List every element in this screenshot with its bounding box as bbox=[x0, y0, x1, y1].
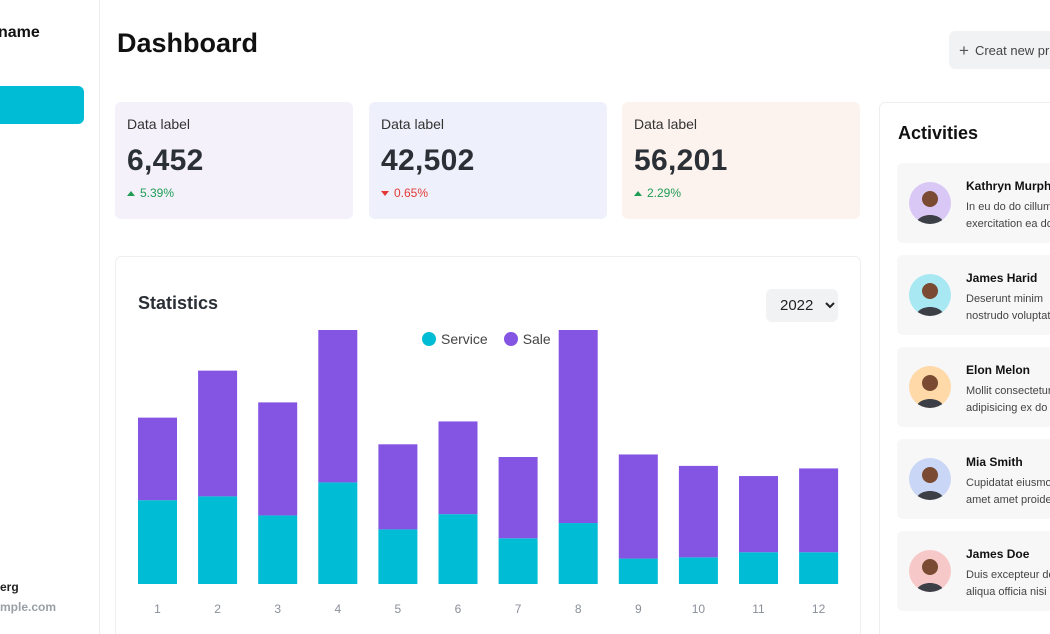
activity-text-line: Cupidatat eiusmod bbox=[966, 477, 1050, 489]
card-delta-value: 5.39% bbox=[140, 186, 175, 200]
stat-card: Data label 56,201 2.29% bbox=[622, 102, 860, 219]
x-tick-label: 7 bbox=[515, 602, 522, 616]
bar-service-4[interactable] bbox=[318, 482, 358, 584]
bar-service-10[interactable] bbox=[678, 557, 718, 584]
bar-service-3[interactable] bbox=[258, 515, 298, 584]
bar-service-12[interactable] bbox=[799, 552, 839, 584]
x-tick-label: 1 bbox=[154, 602, 161, 616]
avatar-elon-icon bbox=[909, 366, 951, 408]
x-tick-label: 12 bbox=[812, 602, 826, 616]
avatar-james-harid-icon bbox=[909, 274, 951, 316]
card-delta: 0.65% bbox=[381, 186, 595, 200]
avatar-mia-icon bbox=[909, 458, 951, 500]
activity-text-line: Deserunt minim bbox=[966, 293, 1044, 305]
bar-sale-9[interactable] bbox=[618, 454, 658, 559]
user-name: erg bbox=[0, 580, 19, 594]
bar-sale-6[interactable] bbox=[438, 421, 478, 515]
activity-name: Elon Melon bbox=[966, 363, 1030, 377]
bar-sale-7[interactable] bbox=[498, 457, 538, 539]
activity-name: James Doe bbox=[966, 547, 1030, 561]
bar-sale-1[interactable] bbox=[138, 417, 177, 501]
arrow-down-icon bbox=[381, 190, 389, 196]
brand-name: name bbox=[0, 24, 40, 41]
bar-service-9[interactable] bbox=[618, 558, 658, 584]
activity-text: Mollit consectetur adipisicing ex do bbox=[966, 383, 1050, 417]
bar-service-2[interactable] bbox=[198, 496, 238, 584]
activity-text-line: adipisicing ex do bbox=[966, 402, 1048, 414]
card-delta: 2.29% bbox=[634, 186, 848, 200]
arrow-up-icon bbox=[634, 190, 642, 196]
avatar-kathryn-icon bbox=[909, 182, 951, 224]
activity-text-line: aliqua officia nisi bbox=[966, 586, 1047, 598]
card-label: Data label bbox=[634, 116, 698, 132]
bar-service-8[interactable] bbox=[558, 523, 598, 584]
arrow-up-icon bbox=[127, 190, 135, 196]
bar-sale-5[interactable] bbox=[378, 444, 418, 530]
bar-sale-4[interactable] bbox=[318, 330, 358, 483]
x-tick-label: 9 bbox=[635, 602, 642, 616]
x-tick-label: 5 bbox=[395, 602, 402, 616]
bar-service-11[interactable] bbox=[739, 552, 778, 584]
activity-item[interactable]: James Doe Duis excepteur do aliqua officia… bbox=[897, 531, 1050, 611]
card-delta-value: 2.29% bbox=[647, 186, 682, 200]
activity-text-line: Mollit consectetur bbox=[966, 385, 1050, 397]
x-tick-label: 2 bbox=[214, 602, 221, 616]
activities-title: Activities bbox=[898, 123, 979, 143]
create-button-label: Creat new pr bbox=[974, 42, 1050, 58]
card-value: 42,502 bbox=[381, 144, 475, 177]
bar-service-6[interactable] bbox=[438, 514, 478, 584]
create-project-button[interactable]: + Creat new pr bbox=[949, 31, 1050, 69]
card-label: Data label bbox=[381, 116, 445, 132]
activity-text-line: nostrudo voluptate bbox=[966, 310, 1050, 322]
bar-sale-12[interactable] bbox=[799, 468, 839, 553]
activity-text: In eu do do cillum exercitation ea do bbox=[966, 199, 1050, 233]
card-delta-value: 0.65% bbox=[394, 186, 429, 200]
bar-sale-3[interactable] bbox=[258, 402, 298, 516]
card-delta: 5.39% bbox=[127, 186, 341, 200]
activity-text: Cupidatat eiusmod amet amet proident bbox=[966, 475, 1050, 509]
bar-sale-10[interactable] bbox=[678, 465, 718, 558]
card-value: 6,452 bbox=[127, 144, 204, 177]
activity-text-line: Duis excepteur do bbox=[966, 569, 1050, 581]
bar-sale-11[interactable] bbox=[739, 476, 778, 553]
activity-name: Kathryn Murphy bbox=[966, 179, 1050, 193]
statistics-chart: 1 2 3 4 5 6 7 8 9 10 11 12 bbox=[138, 330, 839, 616]
bar-sale-2[interactable] bbox=[198, 370, 238, 497]
activity-item[interactable]: Mia Smith Cupidatat eiusmod amet amet proi… bbox=[897, 439, 1050, 519]
x-tick-label: 4 bbox=[334, 602, 341, 616]
sidebar: name erg mple.com bbox=[0, 0, 100, 634]
x-tick-label: 3 bbox=[274, 602, 281, 616]
user-email: mple.com bbox=[0, 600, 57, 614]
activity-item[interactable]: Kathryn Murphy In eu do do cillum exercita… bbox=[897, 163, 1050, 243]
card-label: Data label bbox=[127, 116, 191, 132]
stat-card: Data label 6,452 5.39% bbox=[115, 102, 353, 219]
x-tick-label: 8 bbox=[575, 602, 582, 616]
activity-item[interactable]: James Harid Deserunt minim nostrudo volupt… bbox=[897, 255, 1050, 335]
page-title: Dashboard bbox=[117, 28, 259, 58]
activity-item[interactable]: Elon Melon Mollit consectetur adipisicing … bbox=[897, 347, 1050, 427]
sidebar-item-active[interactable] bbox=[0, 86, 84, 124]
activity-text: Deserunt minim nostrudo voluptate bbox=[966, 291, 1050, 325]
activity-text-line: In eu do do cillum bbox=[966, 201, 1050, 213]
activity-name: Mia Smith bbox=[966, 455, 1023, 469]
activity-name: James Harid bbox=[966, 271, 1038, 285]
activity-text-line: exercitation ea do bbox=[966, 218, 1050, 230]
card-value: 56,201 bbox=[634, 144, 728, 177]
activity-text-line: amet amet proident bbox=[966, 494, 1050, 506]
activities-panel: Activities Kathryn Murphy In eu do do cil… bbox=[879, 102, 1050, 634]
avatar-james-doe-icon bbox=[909, 550, 951, 592]
x-tick-label: 6 bbox=[455, 602, 462, 616]
plus-icon: + bbox=[959, 40, 969, 60]
activity-text: Duis excepteur do aliqua officia nisi bbox=[966, 567, 1050, 601]
x-tick-label: 11 bbox=[752, 602, 765, 616]
bar-service-5[interactable] bbox=[378, 529, 418, 584]
x-tick-label: 10 bbox=[692, 602, 706, 616]
bar-service-1[interactable] bbox=[138, 500, 177, 584]
bar-sale-8[interactable] bbox=[558, 330, 598, 524]
statistics-panel: Statistics 2022 Service Sale 1 2 3 4 5 6 7 8 9 10… bbox=[115, 256, 861, 634]
stat-card: Data label 42,502 0.65% bbox=[369, 102, 607, 219]
bar-service-7[interactable] bbox=[498, 538, 538, 584]
